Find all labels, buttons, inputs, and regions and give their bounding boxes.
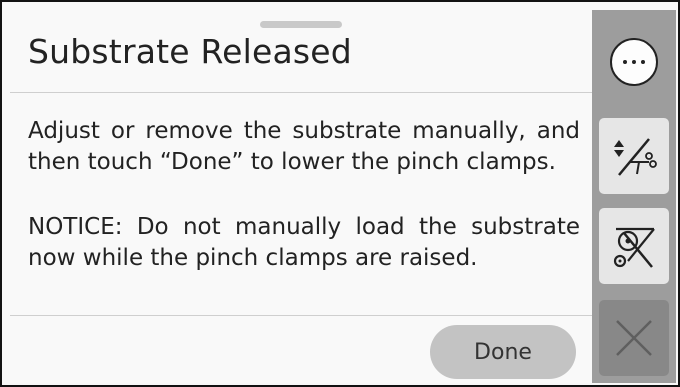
notice-text: NOTICE: Do not manually load the substra… [28,214,580,271]
printer-screen: Substrate Released Adjust or remove the … [0,0,680,387]
substrate-path-button[interactable] [599,208,669,284]
dialog-title: Substrate Released [28,32,352,71]
substrate-path-disabled-icon [613,227,655,268]
cancel-button[interactable] [599,300,669,376]
move-and-cut-button[interactable] [599,118,669,194]
more-options-button[interactable] [610,38,658,86]
move-and-cut-substrate-icon [614,138,657,176]
done-button[interactable]: Done [430,325,576,379]
instruction-text: Adjust or remove the substrate manually,… [28,118,580,175]
more-options-icon [623,60,645,64]
divider [10,92,592,93]
drag-handle[interactable] [260,21,342,28]
dialog-panel: Substrate Released Adjust or remove the … [10,10,592,383]
close-icon [616,320,652,356]
side-action-panel [592,10,676,383]
divider [10,315,592,316]
